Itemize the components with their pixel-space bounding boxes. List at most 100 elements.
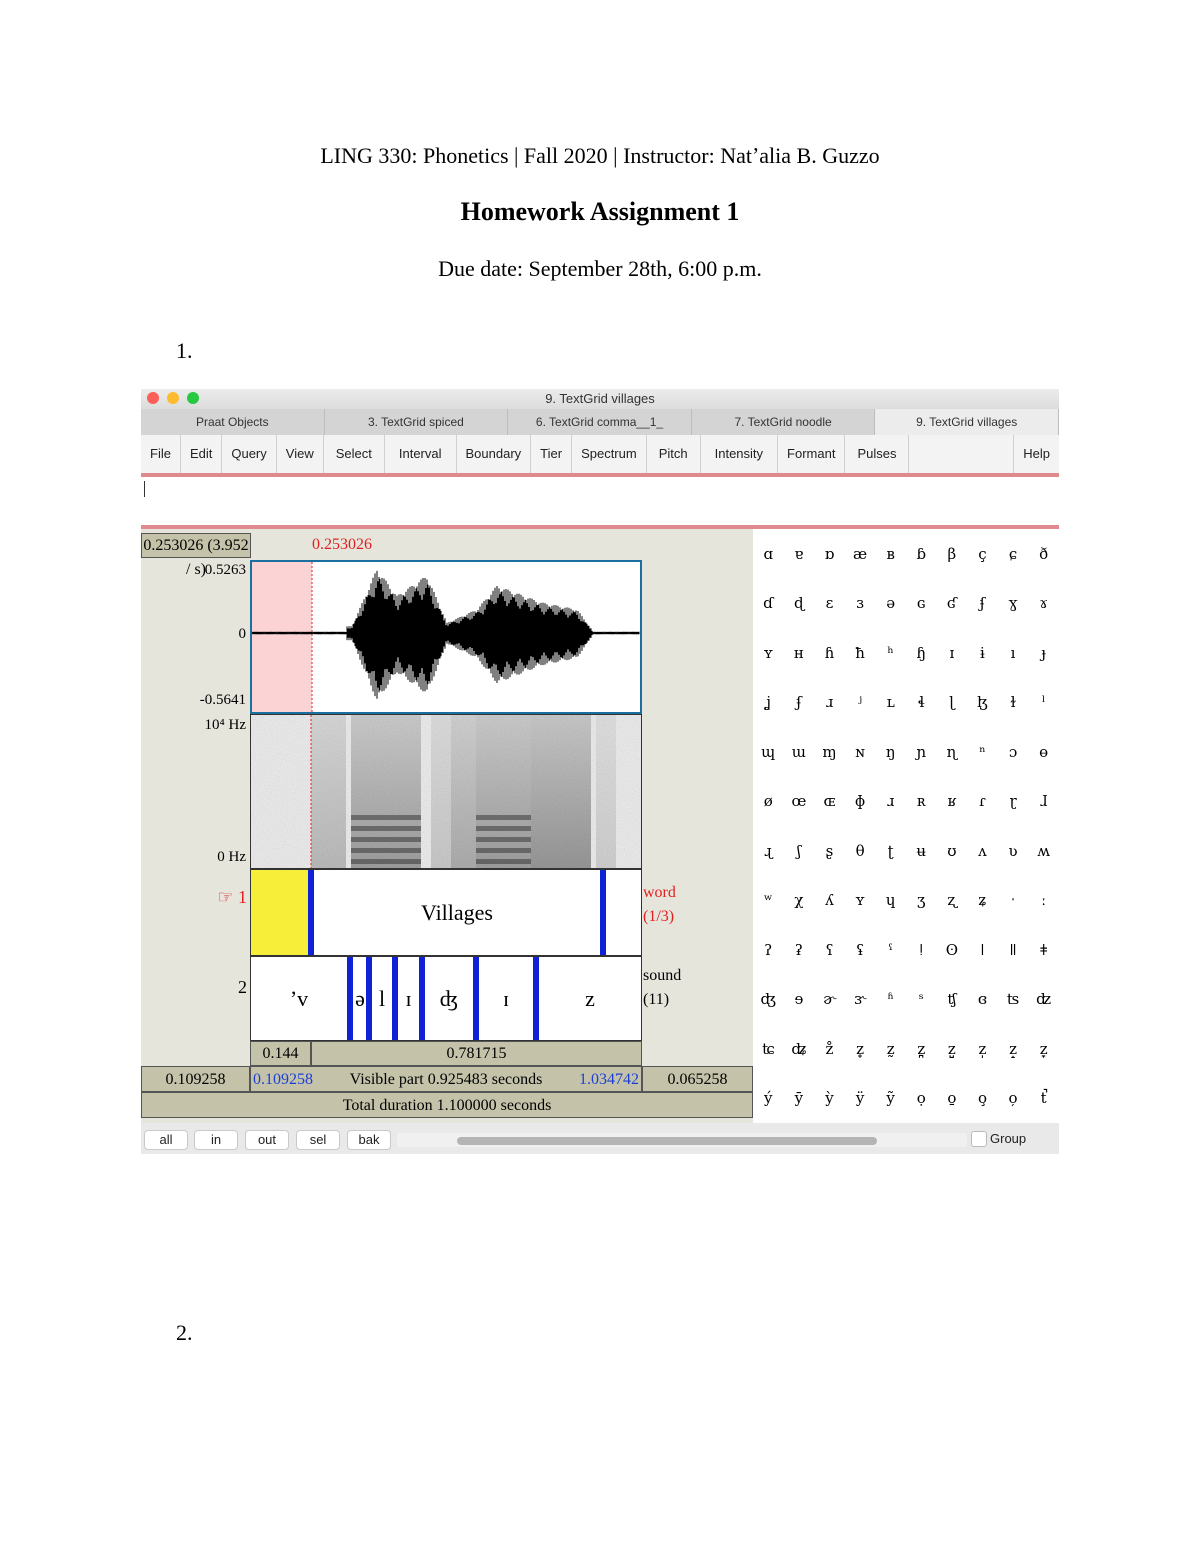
ipa-symbol-button[interactable]: ÿ bbox=[845, 1074, 876, 1124]
zoom-back-button[interactable]: bak bbox=[347, 1130, 391, 1150]
menu-pulses[interactable]: Pulses bbox=[845, 435, 910, 473]
tab-praat-objects[interactable]: Praat Objects bbox=[141, 409, 325, 435]
ipa-symbol-button[interactable]: ʏ bbox=[753, 628, 784, 678]
interval-l[interactable]: l bbox=[372, 957, 392, 1040]
menu-query[interactable]: Query bbox=[222, 435, 277, 473]
ipa-symbol-button[interactable]: ʟ bbox=[875, 678, 906, 728]
ipa-symbol-button[interactable]: ɤ bbox=[1028, 579, 1059, 629]
interval-schwa[interactable]: ə bbox=[353, 957, 367, 1040]
ipa-symbol-button[interactable]: ɳ bbox=[937, 727, 968, 777]
selection-duration[interactable]: 0.253026 (3.952 / s) bbox=[141, 533, 251, 578]
ipa-symbol-button[interactable]: ɮ bbox=[967, 678, 998, 728]
ipa-symbol-button[interactable]: ʏ bbox=[845, 876, 876, 926]
interval-v[interactable]: ’v bbox=[251, 957, 347, 1040]
ipa-symbol-button[interactable]: ˢ bbox=[906, 975, 937, 1025]
ipa-symbol-button[interactable]: ʝ bbox=[753, 678, 784, 728]
right-outside-duration[interactable]: 0.065258 bbox=[642, 1066, 753, 1092]
ipa-symbol-button[interactable]: ǃ bbox=[906, 925, 937, 975]
menu-interval[interactable]: Interval bbox=[385, 435, 457, 473]
ipa-symbol-button[interactable]: ʊ bbox=[937, 826, 968, 876]
interval-duration-right[interactable]: 0.781715 bbox=[311, 1041, 642, 1066]
ipa-symbol-button[interactable]: ɓ bbox=[906, 529, 937, 579]
ipa-symbol-button[interactable]: z̩ bbox=[967, 1024, 998, 1074]
ipa-symbol-button[interactable]: z̊ bbox=[814, 1024, 845, 1074]
ipa-symbol-button[interactable]: ʜ bbox=[784, 628, 815, 678]
ipa-symbol-button[interactable]: ʁ bbox=[937, 777, 968, 827]
ipa-symbol-button[interactable]: ɣ bbox=[998, 579, 1029, 629]
ipa-symbol-button[interactable]: z̺ bbox=[937, 1024, 968, 1074]
interval-text-field[interactable] bbox=[141, 477, 1059, 529]
ipa-symbol-button[interactable]: ˤ bbox=[875, 925, 906, 975]
ipa-symbol-button[interactable]: ɑ bbox=[753, 529, 784, 579]
tier-sound[interactable]: ’v ə l ɪ ʤ ɪ z bbox=[250, 956, 642, 1041]
ipa-symbol-button[interactable]: ʀ bbox=[906, 777, 937, 827]
ipa-symbol-button[interactable]: ɸ bbox=[845, 777, 876, 827]
ipa-symbol-button[interactable]: ˡ bbox=[1028, 678, 1059, 728]
tab-textgrid-noodle[interactable]: 7. TextGrid noodle bbox=[692, 409, 876, 435]
interval-villages[interactable]: Villages bbox=[314, 870, 600, 955]
ipa-symbol-button[interactable]: ɽ bbox=[998, 777, 1029, 827]
zoom-all-button[interactable]: all bbox=[144, 1130, 188, 1150]
ipa-symbol-button[interactable]: ɛ bbox=[814, 579, 845, 629]
boundary[interactable] bbox=[600, 870, 606, 955]
ipa-symbol-button[interactable]: ʢ bbox=[845, 925, 876, 975]
ipa-symbol-button[interactable]: ɪ bbox=[937, 628, 968, 678]
ipa-symbol-button[interactable]: ɭ bbox=[937, 678, 968, 728]
ipa-symbol-button[interactable]: z̰ bbox=[875, 1024, 906, 1074]
ipa-symbol-button[interactable]: ʦ bbox=[998, 975, 1029, 1025]
ipa-symbol-button[interactable]: ɲ bbox=[906, 727, 937, 777]
ipa-symbol-button[interactable]: ŋ bbox=[875, 727, 906, 777]
ipa-symbol-button[interactable]: ɘ bbox=[784, 975, 815, 1025]
ipa-symbol-button[interactable]: ː bbox=[1028, 876, 1059, 926]
ipa-symbol-button[interactable]: æ bbox=[845, 529, 876, 579]
ipa-symbol-button[interactable]: ɹ bbox=[875, 777, 906, 827]
ipa-symbol-button[interactable]: ø bbox=[753, 777, 784, 827]
ipa-symbol-button[interactable]: ý bbox=[753, 1074, 784, 1124]
ipa-symbol-button[interactable]: ʒ bbox=[906, 876, 937, 926]
ipa-symbol-button[interactable]: ɗ bbox=[753, 579, 784, 629]
sound-editor-area[interactable]: 0.253026 (3.952 / s) 0.253026 0.5263 0 -… bbox=[141, 529, 753, 1123]
menu-pitch[interactable]: Pitch bbox=[647, 435, 701, 473]
ipa-symbol-button[interactable]: ɥ bbox=[875, 876, 906, 926]
menu-formant[interactable]: Formant bbox=[778, 435, 846, 473]
ipa-symbol-button[interactable]: t̚ bbox=[1028, 1074, 1059, 1124]
ipa-symbol-button[interactable]: ʨ bbox=[753, 1024, 784, 1074]
ipa-symbol-button[interactable]: o̧ bbox=[967, 1074, 998, 1124]
ipa-symbol-button[interactable]: ʑ bbox=[967, 876, 998, 926]
ipa-symbol-button[interactable]: ⁿ bbox=[967, 727, 998, 777]
interval-z[interactable]: z bbox=[539, 957, 641, 1040]
ipa-symbol-button[interactable]: ỹ bbox=[875, 1074, 906, 1124]
interval-i1[interactable]: ɪ bbox=[398, 957, 419, 1040]
interval-i2[interactable]: ɪ bbox=[479, 957, 533, 1040]
ipa-symbol-button[interactable]: θ bbox=[845, 826, 876, 876]
interval-duration-left[interactable]: 0.144 bbox=[250, 1041, 311, 1066]
ipa-symbol-button[interactable]: ʱ bbox=[875, 975, 906, 1025]
ipa-symbol-button[interactable]: ɔ bbox=[998, 727, 1029, 777]
ipa-symbol-button[interactable]: ɐ bbox=[784, 529, 815, 579]
menu-view[interactable]: View bbox=[277, 435, 324, 473]
minimize-window-button[interactable] bbox=[167, 392, 179, 404]
ipa-symbol-button[interactable]: ɰ bbox=[753, 727, 784, 777]
close-window-button[interactable] bbox=[147, 392, 159, 404]
menu-intensity[interactable]: Intensity bbox=[701, 435, 779, 473]
left-outside-duration[interactable]: 0.109258 bbox=[141, 1066, 250, 1092]
ipa-symbol-button[interactable]: ɒ bbox=[814, 529, 845, 579]
ipa-symbol-button[interactable]: ʎ bbox=[814, 876, 845, 926]
ipa-symbol-button[interactable]: z̥ bbox=[845, 1024, 876, 1074]
scrollbar-thumb[interactable] bbox=[457, 1137, 877, 1145]
maximize-window-button[interactable] bbox=[187, 392, 199, 404]
menu-spectrum[interactable]: Spectrum bbox=[572, 435, 647, 473]
ipa-symbol-button[interactable]: ǁ bbox=[998, 925, 1029, 975]
ipa-symbol-button[interactable]: ʰ bbox=[875, 628, 906, 678]
ipa-symbol-button[interactable]: ʐ bbox=[937, 876, 968, 926]
waveform-panel[interactable] bbox=[250, 560, 642, 714]
ipa-symbol-button[interactable]: ɟ bbox=[1028, 628, 1059, 678]
ipa-symbol-button[interactable]: ç bbox=[967, 529, 998, 579]
ipa-symbol-button[interactable]: ʌ bbox=[967, 826, 998, 876]
ipa-symbol-button[interactable]: ʛ bbox=[937, 579, 968, 629]
ipa-symbol-button[interactable]: ʧ bbox=[937, 975, 968, 1025]
ipa-symbol-button[interactable]: ǀ bbox=[967, 925, 998, 975]
ipa-symbol-button[interactable]: ʃ bbox=[784, 826, 815, 876]
ipa-symbol-button[interactable]: ɧ bbox=[906, 628, 937, 678]
ipa-symbol-button[interactable]: ɺ bbox=[1028, 777, 1059, 827]
